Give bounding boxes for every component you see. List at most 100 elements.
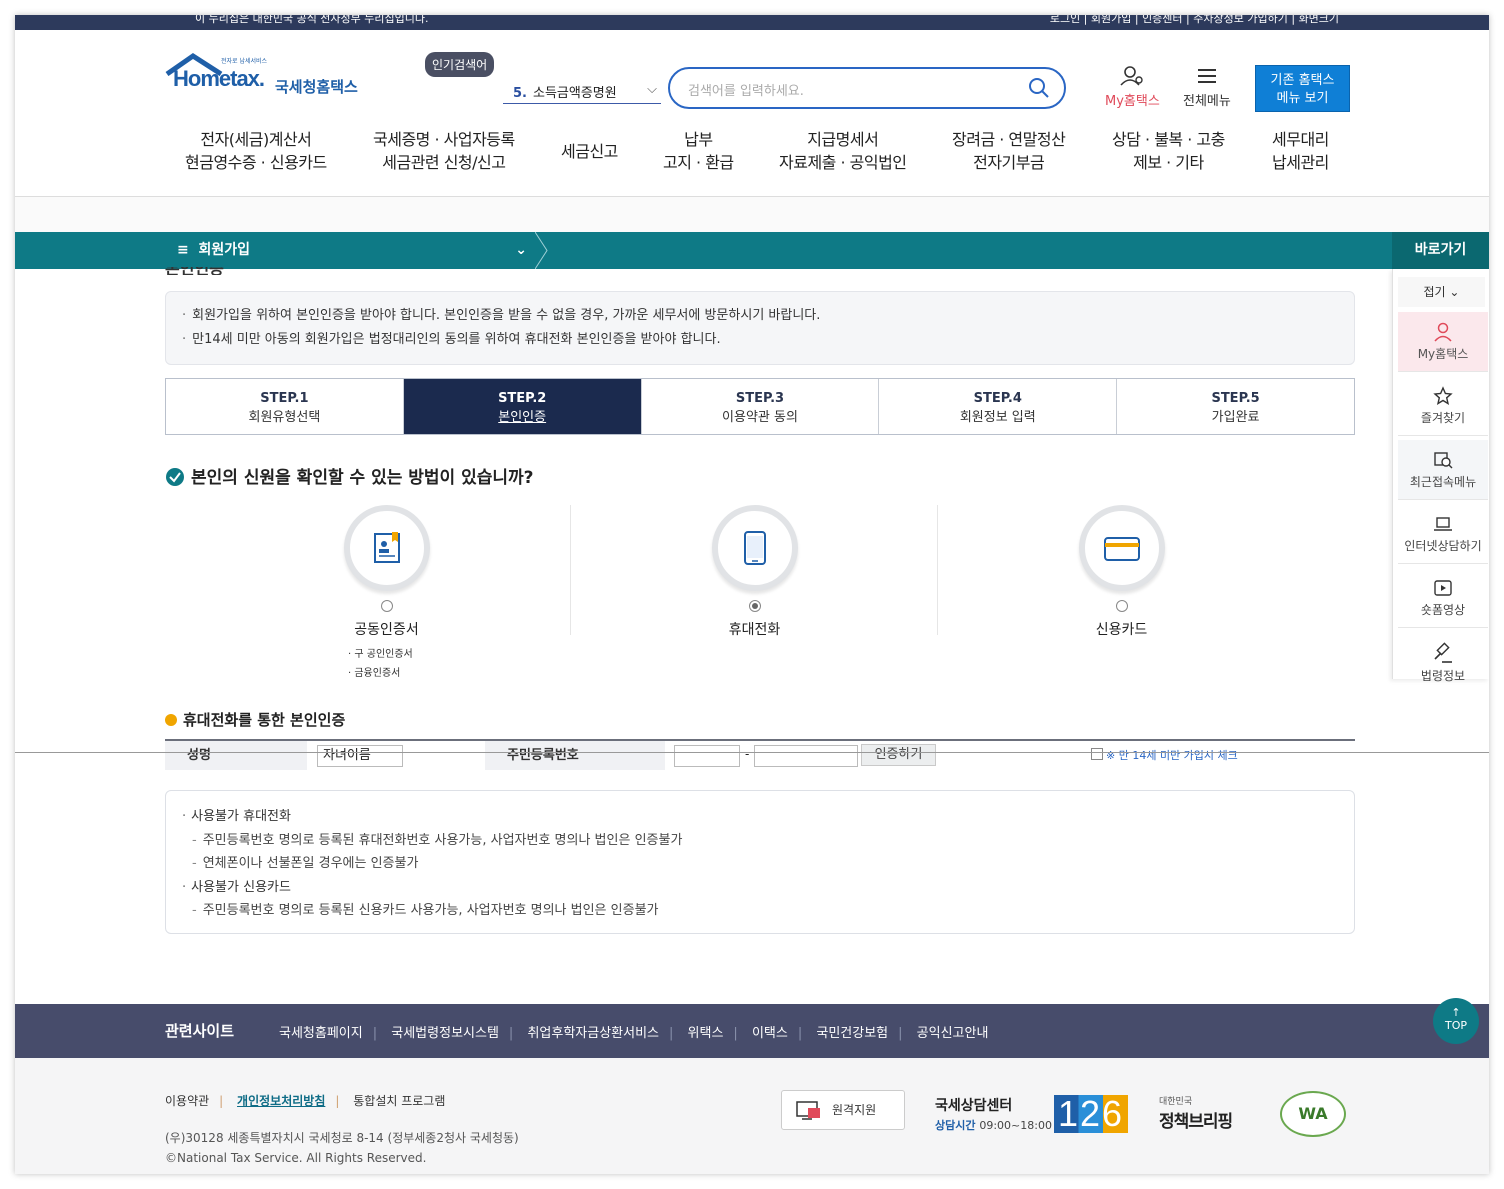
gov-notice: 이 누리집은 대한민국 공식 전자정부 누리집입니다. (195, 15, 429, 25)
quick-shortform-video[interactable]: 숏폼영상 (1398, 568, 1488, 628)
related-link[interactable]: 취업후학자금상환서비스 (527, 1026, 659, 1041)
scroll-top-button[interactable]: ↑ TOP (1433, 998, 1479, 1044)
rrn-label: 주민등록번호 (485, 741, 665, 770)
verification-methods: 공동인증서 · 구 공인인증서 · 금융인증서 휴대전화 신용카드 (165, 505, 1355, 705)
method-credit-card[interactable]: 신용카드 (938, 505, 1305, 645)
verification-question: 본인의 신원을 확인할 수 있는 방법이 있습니까? (165, 463, 534, 488)
rrn-back-input[interactable] (754, 745, 858, 767)
under14-checkbox[interactable]: ※ 만 14세 미만 가입시 체크 (1091, 747, 1238, 763)
verify-button[interactable]: 인증하기 (861, 744, 936, 766)
bullet-icon (165, 714, 177, 726)
related-link[interactable]: 공익신고안내 (917, 1026, 989, 1041)
popular-search-tag: 인기검색어 (425, 52, 495, 77)
step-2-active: STEP.2 본인인증 (403, 379, 642, 434)
user-icon (1434, 322, 1452, 342)
certificate-icon (373, 532, 400, 563)
step-3: STEP.3 이용약관 동의 (642, 379, 880, 434)
utility-links[interactable]: 로그인 | 회원가입 | 인증센터 | 주차장정보 가입하기 | 화면크기 (1050, 15, 1339, 26)
step-5: STEP.5 가입완료 (1211, 391, 1260, 425)
quick-law-info[interactable]: 법령정보 (1398, 632, 1488, 692)
radio-mobile-phone[interactable] (748, 600, 761, 612)
remote-support-button[interactable]: 원격지원 (781, 1090, 905, 1130)
breadcrumb-signup[interactable]: ≡ 회원가입 ⌄ (165, 232, 537, 269)
old-menu-button[interactable]: 기존 홈택스 메뉴 보기 (1255, 65, 1350, 112)
privacy-link[interactable]: 개인정보처리방침 (237, 1094, 325, 1108)
method-mobile-phone[interactable]: 휴대전화 (571, 505, 938, 645)
site-header: 전자로 납세서비스 Hometax. 국세청홈택스 인기검색어 5. 소득금액증명… (15, 30, 1489, 120)
chevron-down-icon: ⌄ (515, 242, 527, 258)
menu-icon: ≡ (177, 242, 189, 258)
terms-link[interactable]: 이용약관 (165, 1094, 209, 1108)
name-label: 성명 (165, 741, 307, 770)
signup-notice: 회원가입을 위하여 본인인증을 받아야 합니다. 본인인증을 받을 수 없을 경… (165, 291, 1355, 365)
gnb-payment-statement[interactable]: 지급명세서 자료제출 · 공익법인 (779, 128, 907, 174)
popular-search-dropdown[interactable]: 5. 소득금액증명원 ⌵ (503, 78, 661, 104)
cert-sub-list: · 구 공인인증서 · 금융인증서 (348, 649, 413, 679)
footer-links: 이용약관 | 개인정보처리방침 | 통합설치 프로그램 (165, 1094, 446, 1108)
radio-joint-certificate[interactable] (380, 600, 393, 612)
gnb-tax-agent[interactable]: 세무대리 납세관리 (1272, 128, 1329, 174)
mobile-phone-icon (743, 531, 766, 565)
method-joint-certificate[interactable]: 공동인증서 · 구 공인인증서 · 금융인증서 (203, 505, 570, 679)
quick-internet-consult[interactable]: 인터넷상담하기 (1398, 504, 1488, 564)
chevron-down-icon: ⌵ (647, 82, 657, 97)
quick-recent-menu[interactable]: 최근접속메뉴 (1398, 440, 1488, 500)
logo-brand: Hometax. (173, 66, 265, 91)
step-4: STEP.4 회원정보 입력 (879, 379, 1118, 434)
gnb-payment[interactable]: 납부 고지 · 환급 (663, 128, 734, 174)
quick-my-hometax[interactable]: My홈택스 (1398, 312, 1488, 372)
credit-card-icon (1103, 537, 1140, 561)
rrn-front-input[interactable] (674, 745, 740, 767)
utility-bar: 이 누리집은 대한민국 공식 전자정부 누리집입니다. 로그인 | 회원가입 |… (15, 15, 1489, 30)
arrow-up-icon: ↑ (1451, 1006, 1461, 1019)
related-link[interactable]: 위택스 (688, 1026, 724, 1041)
step-1: STEP.1 회원유형선택 (166, 379, 404, 434)
gnb-tax-filing[interactable]: 세금신고 (561, 140, 618, 163)
policy-briefing-logo[interactable]: 대한민국 정책브리핑 (1159, 1094, 1233, 1132)
quick-favorites[interactable]: 즐겨찾기 (1398, 376, 1488, 436)
hometax-logo[interactable]: 전자로 납세서비스 Hometax. 국세청홈택스 (165, 52, 375, 102)
main-nav: 전자(세금)계산서 현금영수증 · 신용카드 국세증명 · 사업자등록 세금관련 신… (15, 120, 1489, 190)
quick-menu-title: 바로가기 (1392, 232, 1489, 269)
my-hometax-button[interactable]: My홈택스 (1105, 66, 1160, 109)
gnb-incentive[interactable]: 장려금 · 연말정산 전자기부금 (952, 128, 1066, 174)
page-title: 본인인증 (165, 267, 224, 275)
radio-credit-card[interactable] (1115, 600, 1128, 612)
related-links: 국세청홈페이지 | 국세법령정보시스템 | 취업후학자금상환서비스 | 위택스 | 이택… (279, 1026, 989, 1041)
breadcrumb-bar: ≡ 회원가입 ⌄ (15, 232, 1489, 269)
quick-fold-button[interactable]: 접기 ⌄ (1398, 277, 1485, 307)
browser-frame: 이 누리집은 대한민국 공식 전자정부 누리집입니다. 로그인 | 회원가입 |… (15, 15, 1489, 1174)
install-link[interactable]: 통합설치 프로그램 (353, 1094, 445, 1108)
monitor-icon (796, 1101, 820, 1120)
search-input[interactable]: 검색어를 입력하세요. (668, 67, 1066, 109)
footer-address: (우)30128 세종특별자치시 국세청로 8-14 (정부세종2청사 국세청동… (165, 1131, 519, 1165)
section-title: 휴대전화를 통한 본인인증 (165, 709, 345, 730)
user-icon (1120, 66, 1144, 86)
related-link[interactable]: 국세법령정보시스템 (391, 1026, 499, 1041)
logo-kr: 국세청홈택스 (275, 78, 358, 96)
gnb-e-invoice[interactable]: 전자(세금)계산서 현금영수증 · 신용카드 (185, 128, 327, 174)
restriction-notice: 사용불가 휴대전화 주민등록번호 명의로 등록된 휴대전화번호 사용가능, 사업… (165, 790, 1355, 934)
phone-verification-form: 성명 자녀이름 주민등록번호 - 인증하기 ※ 만 14세 미만 가입시 체크 (165, 739, 1355, 770)
related-link[interactable]: 국민건강보험 (816, 1026, 888, 1041)
call-center-number: 126 (1054, 1095, 1129, 1133)
video-play-icon (1434, 580, 1452, 596)
gavel-icon (1434, 642, 1452, 663)
breadcrumb-arrow-icon (535, 232, 548, 269)
overlay-line (15, 752, 1489, 753)
related-link[interactable]: 이택스 (752, 1026, 788, 1041)
related-sites-title: 관련사이트 (165, 1022, 235, 1040)
gnb-certificates[interactable]: 국세증명 · 사업자등록 세금관련 신청/신고 (373, 128, 515, 174)
footer: 이용약관 | 개인정보처리방침 | 통합설치 프로그램 (우)30128 세종특별자… (15, 1058, 1489, 1174)
quick-menu: 접기 ⌄ My홈택스 즐겨찾기 최근접속메뉴 인터넷상담하기 숏폼영상 법령정보 (1392, 269, 1489, 683)
laptop-icon (1434, 517, 1452, 531)
related-link[interactable]: 국세청홈페이지 (279, 1026, 363, 1041)
name-input[interactable]: 자녀이름 (317, 745, 403, 767)
gnb-consult[interactable]: 상담 · 불복 · 고충 제보 · 기타 (1112, 128, 1225, 174)
recent-search-icon (1434, 452, 1453, 469)
all-menu-button[interactable]: 전체메뉴 (1183, 66, 1231, 109)
search-icon[interactable] (1028, 77, 1050, 99)
spacer-bar (15, 197, 1489, 232)
wa-certification-mark: WA (1280, 1091, 1346, 1137)
star-icon (1433, 386, 1453, 405)
